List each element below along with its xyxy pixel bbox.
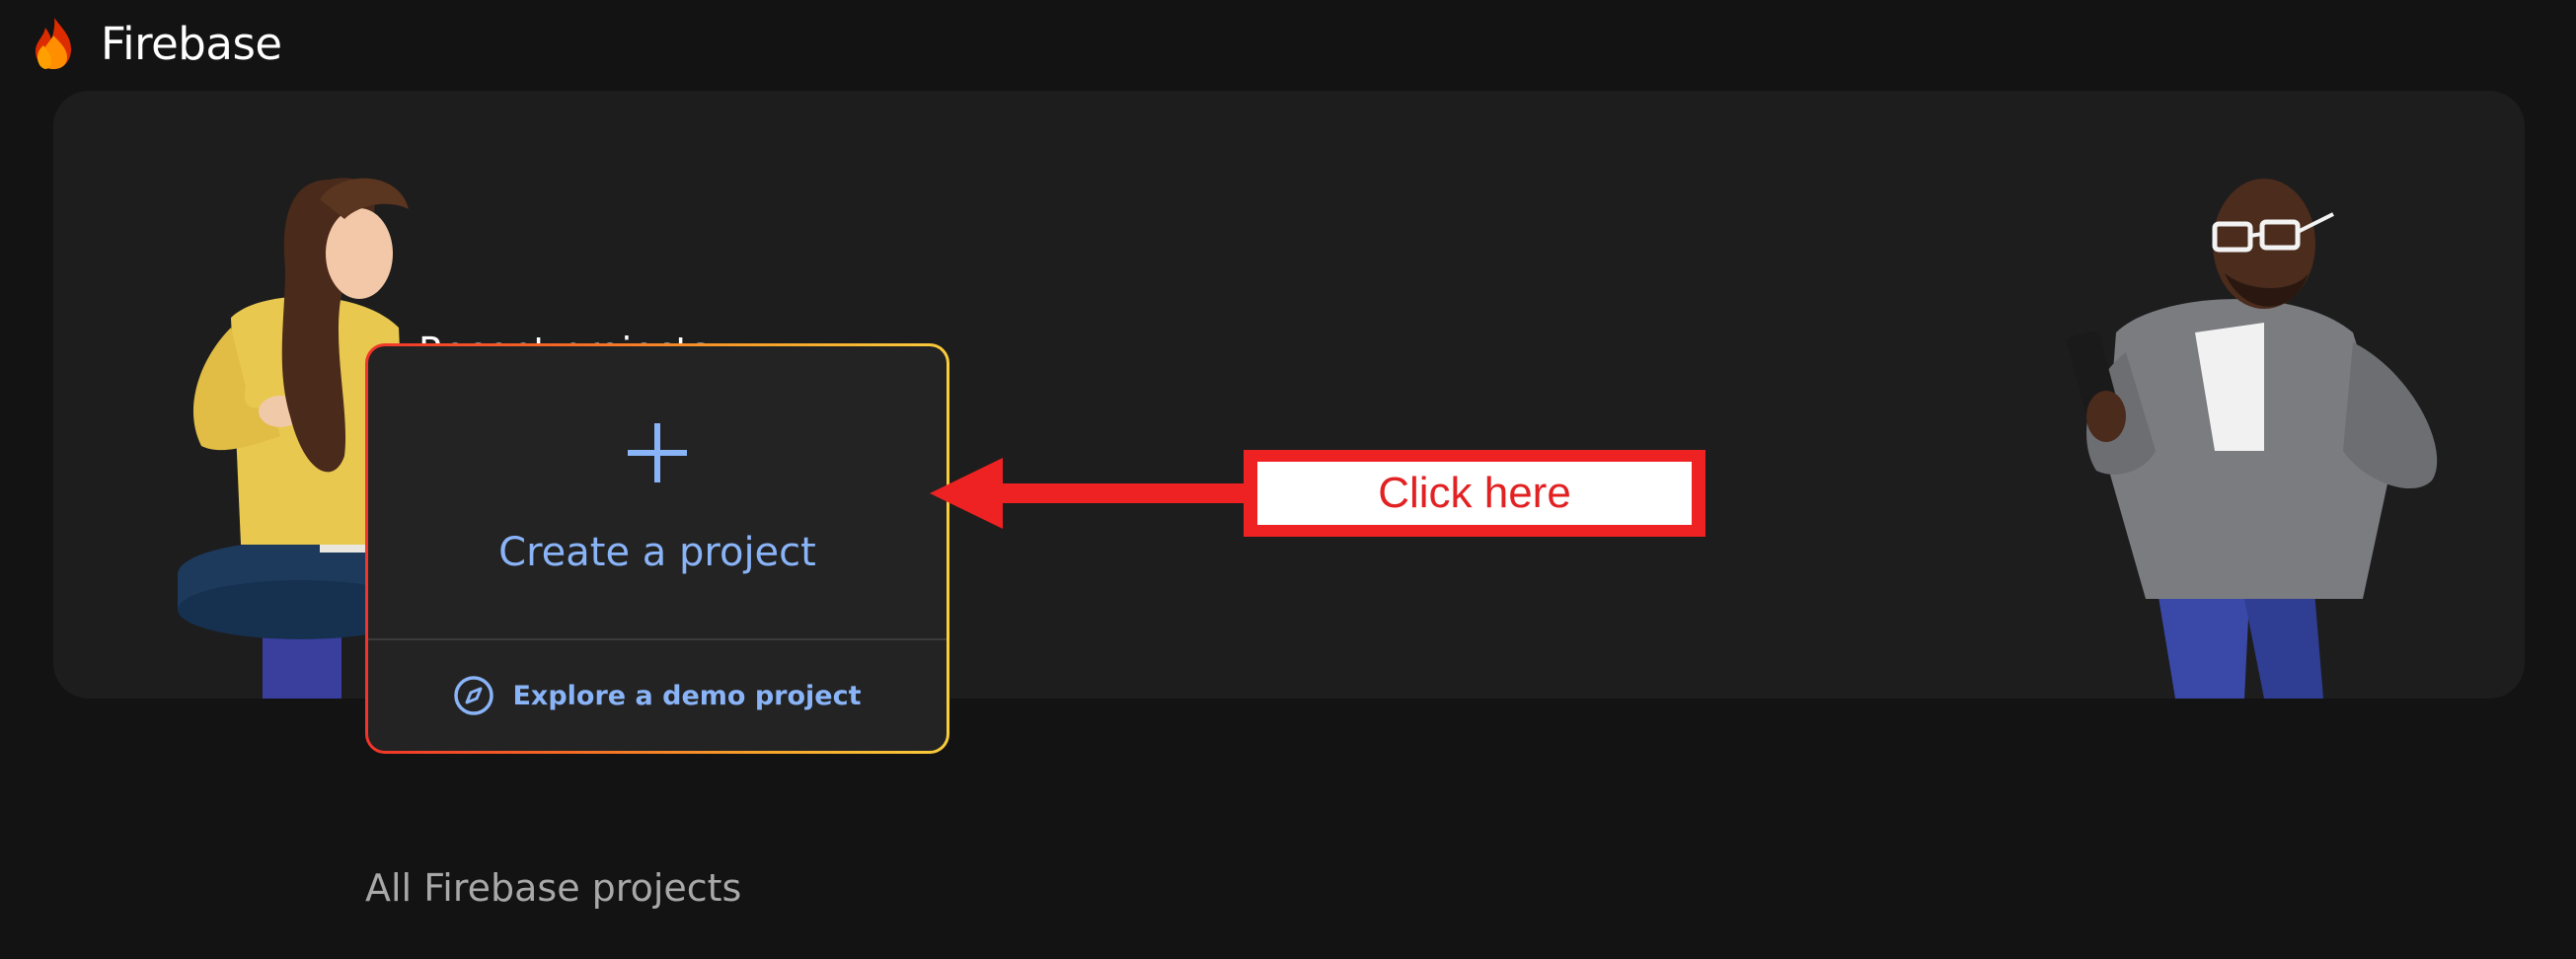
create-project-label: Create a project [498,530,816,575]
create-project-button[interactable]: Create a project [368,346,947,638]
project-card: Create a project Explore a demo project [365,343,949,754]
annotation-arrow-icon [930,458,1244,529]
app-title: Firebase [101,17,282,70]
firebase-console-home: Firebase Create a project Explore a demo… [0,0,2576,959]
explore-demo-label: Explore a demo project [512,680,862,711]
header-brand[interactable]: Firebase [32,14,282,73]
explore-demo-project-link[interactable]: Explore a demo project [368,640,947,751]
click-here-label: Click here [1378,469,1571,517]
man-illustration [2067,179,2438,699]
project-card-body: Create a project Explore a demo project [368,346,947,751]
plus-icon [628,423,687,482]
click-here-callout: Click here [1244,450,1705,537]
firebase-flame-icon [36,18,71,69]
click-here-callout-inner: Click here [1257,462,1692,525]
all-projects-heading: All Firebase projects [365,866,742,910]
compass-icon [454,676,494,715]
